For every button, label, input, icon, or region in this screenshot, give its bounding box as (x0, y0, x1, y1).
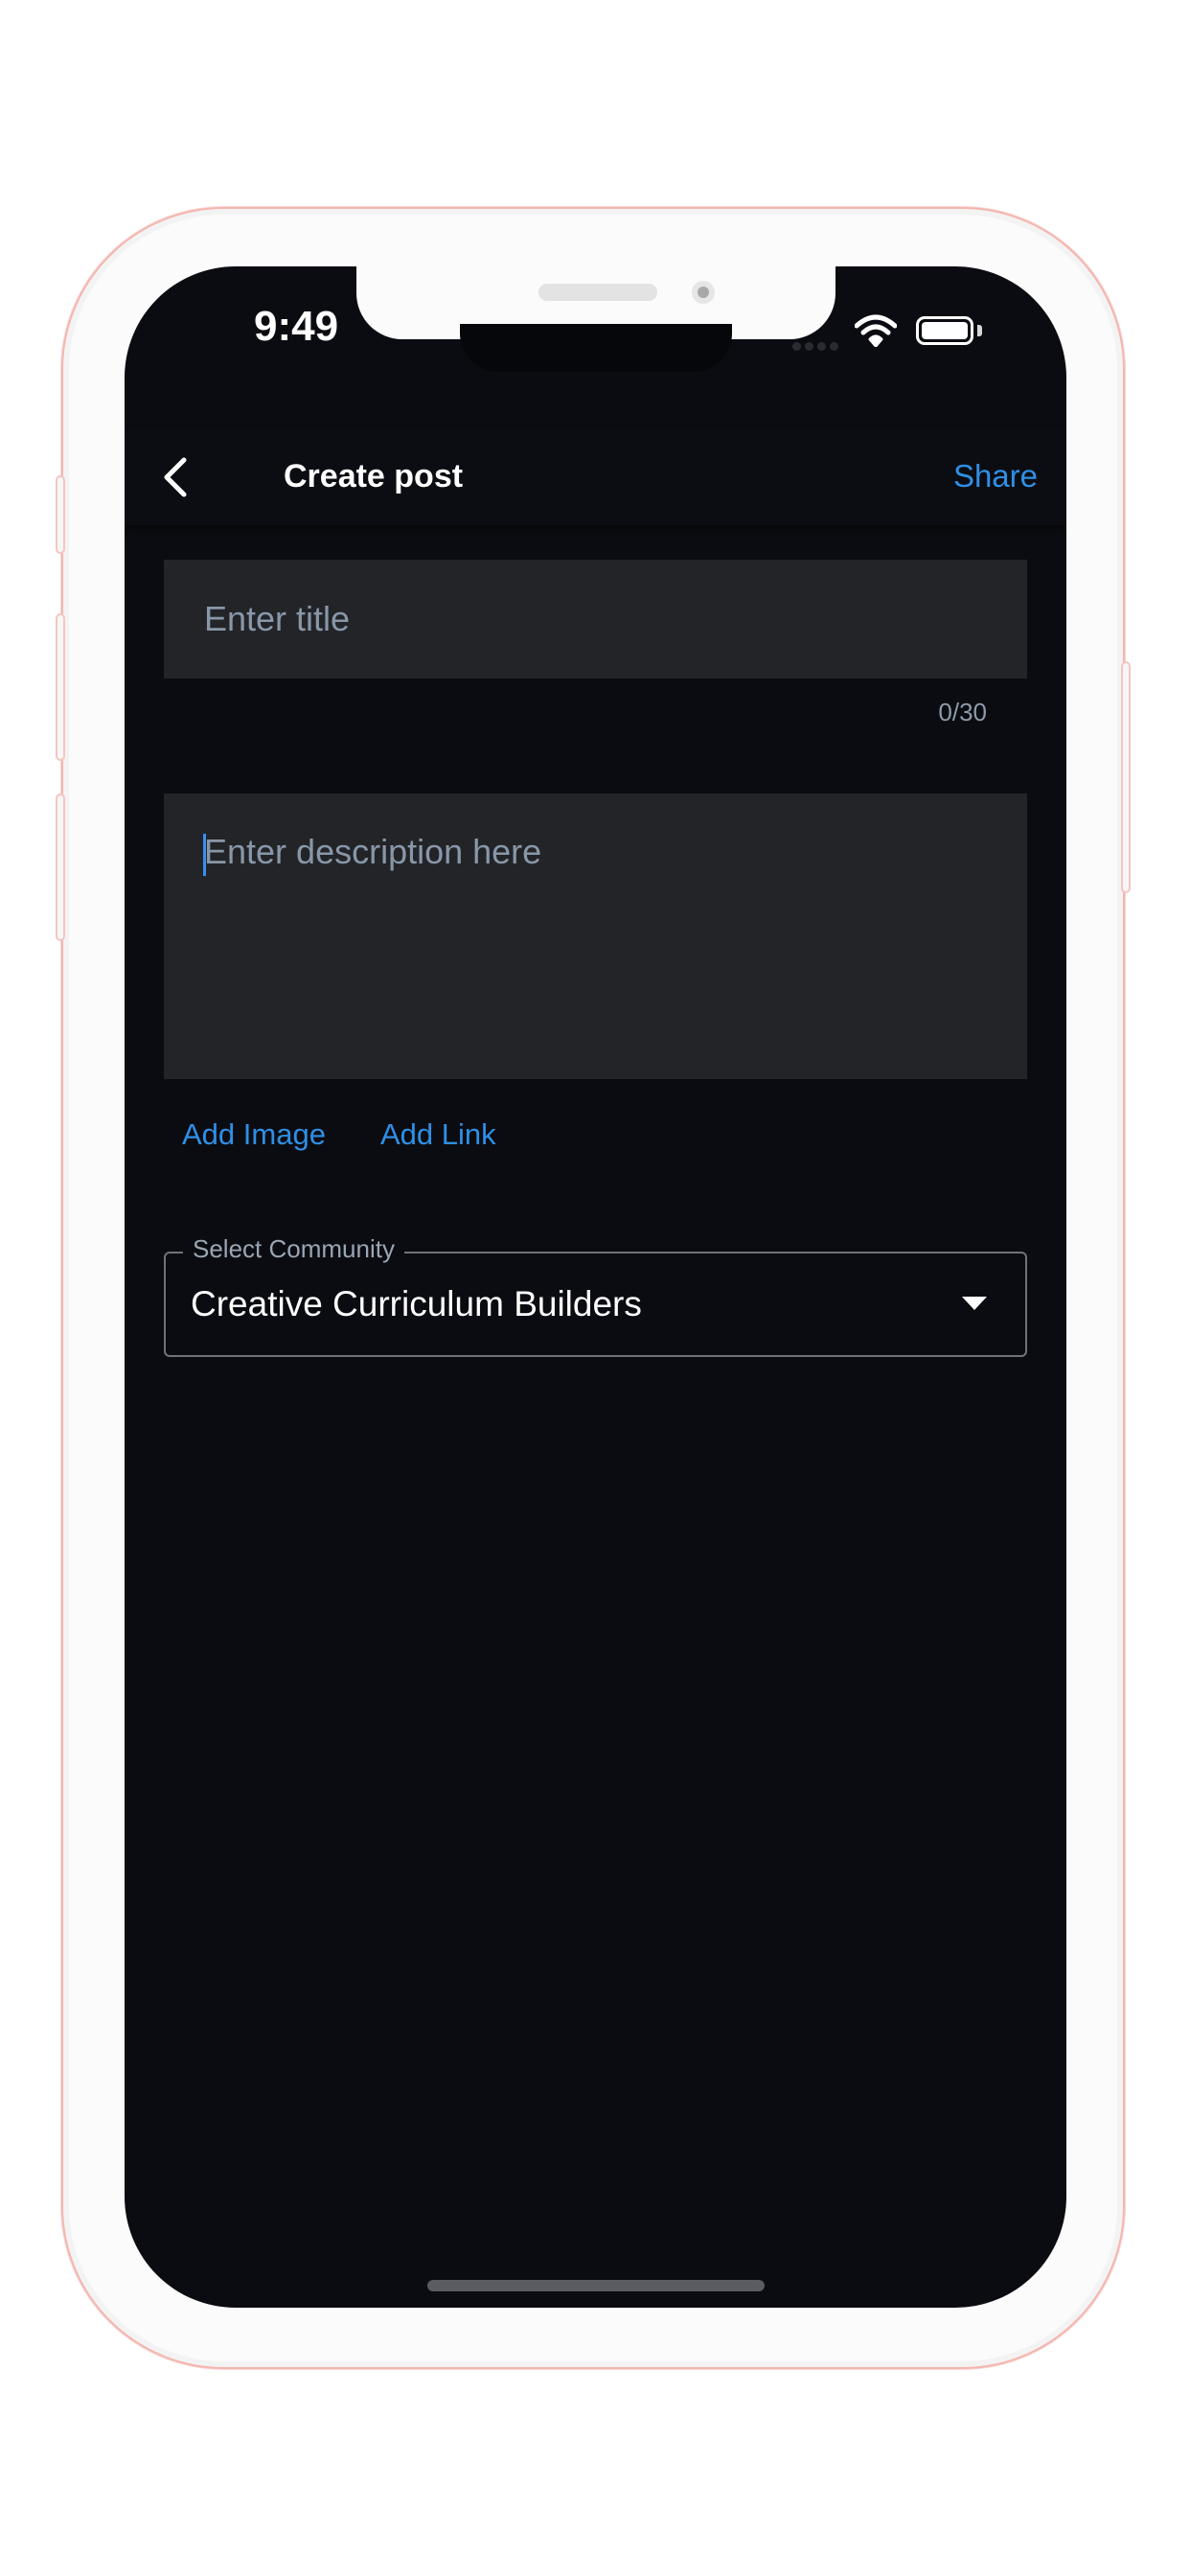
share-button[interactable]: Share (953, 458, 1038, 494)
chevron-left-icon[interactable] (157, 456, 195, 498)
page-title: Create post (284, 458, 464, 494)
title-input[interactable] (164, 560, 1027, 678)
power-button (1121, 661, 1131, 893)
add-link-button[interactable]: Add Link (380, 1117, 496, 1152)
mute-switch (56, 475, 65, 554)
wifi-icon (855, 314, 897, 347)
app-bar: Create post Share (125, 429, 1066, 525)
camera-icon (692, 281, 715, 304)
add-image-button[interactable]: Add Image (182, 1117, 326, 1152)
caret-down-icon (962, 1297, 987, 1310)
volume-down-button (56, 794, 65, 941)
volume-up-button (56, 613, 65, 761)
title-char-counter: 0/30 (938, 698, 987, 726)
status-time: 9:49 (254, 303, 339, 350)
home-indicator (427, 2280, 765, 2291)
community-select-value: Creative Curriculum Builders (191, 1284, 642, 1323)
battery-cap (977, 325, 982, 336)
community-select[interactable]: Select Community Creative Curriculum Bui… (164, 1234, 1027, 1357)
battery-icon (916, 316, 973, 345)
community-select-label: Select Community (183, 1234, 404, 1264)
cellular-signal-icon (792, 338, 842, 356)
notch-shadow (460, 324, 732, 372)
description-input[interactable] (164, 794, 1027, 1079)
speaker (538, 284, 657, 301)
text-cursor (203, 834, 206, 876)
screen: 9:49 Create post Share 0/30 Add Image Ad… (125, 266, 1066, 2308)
